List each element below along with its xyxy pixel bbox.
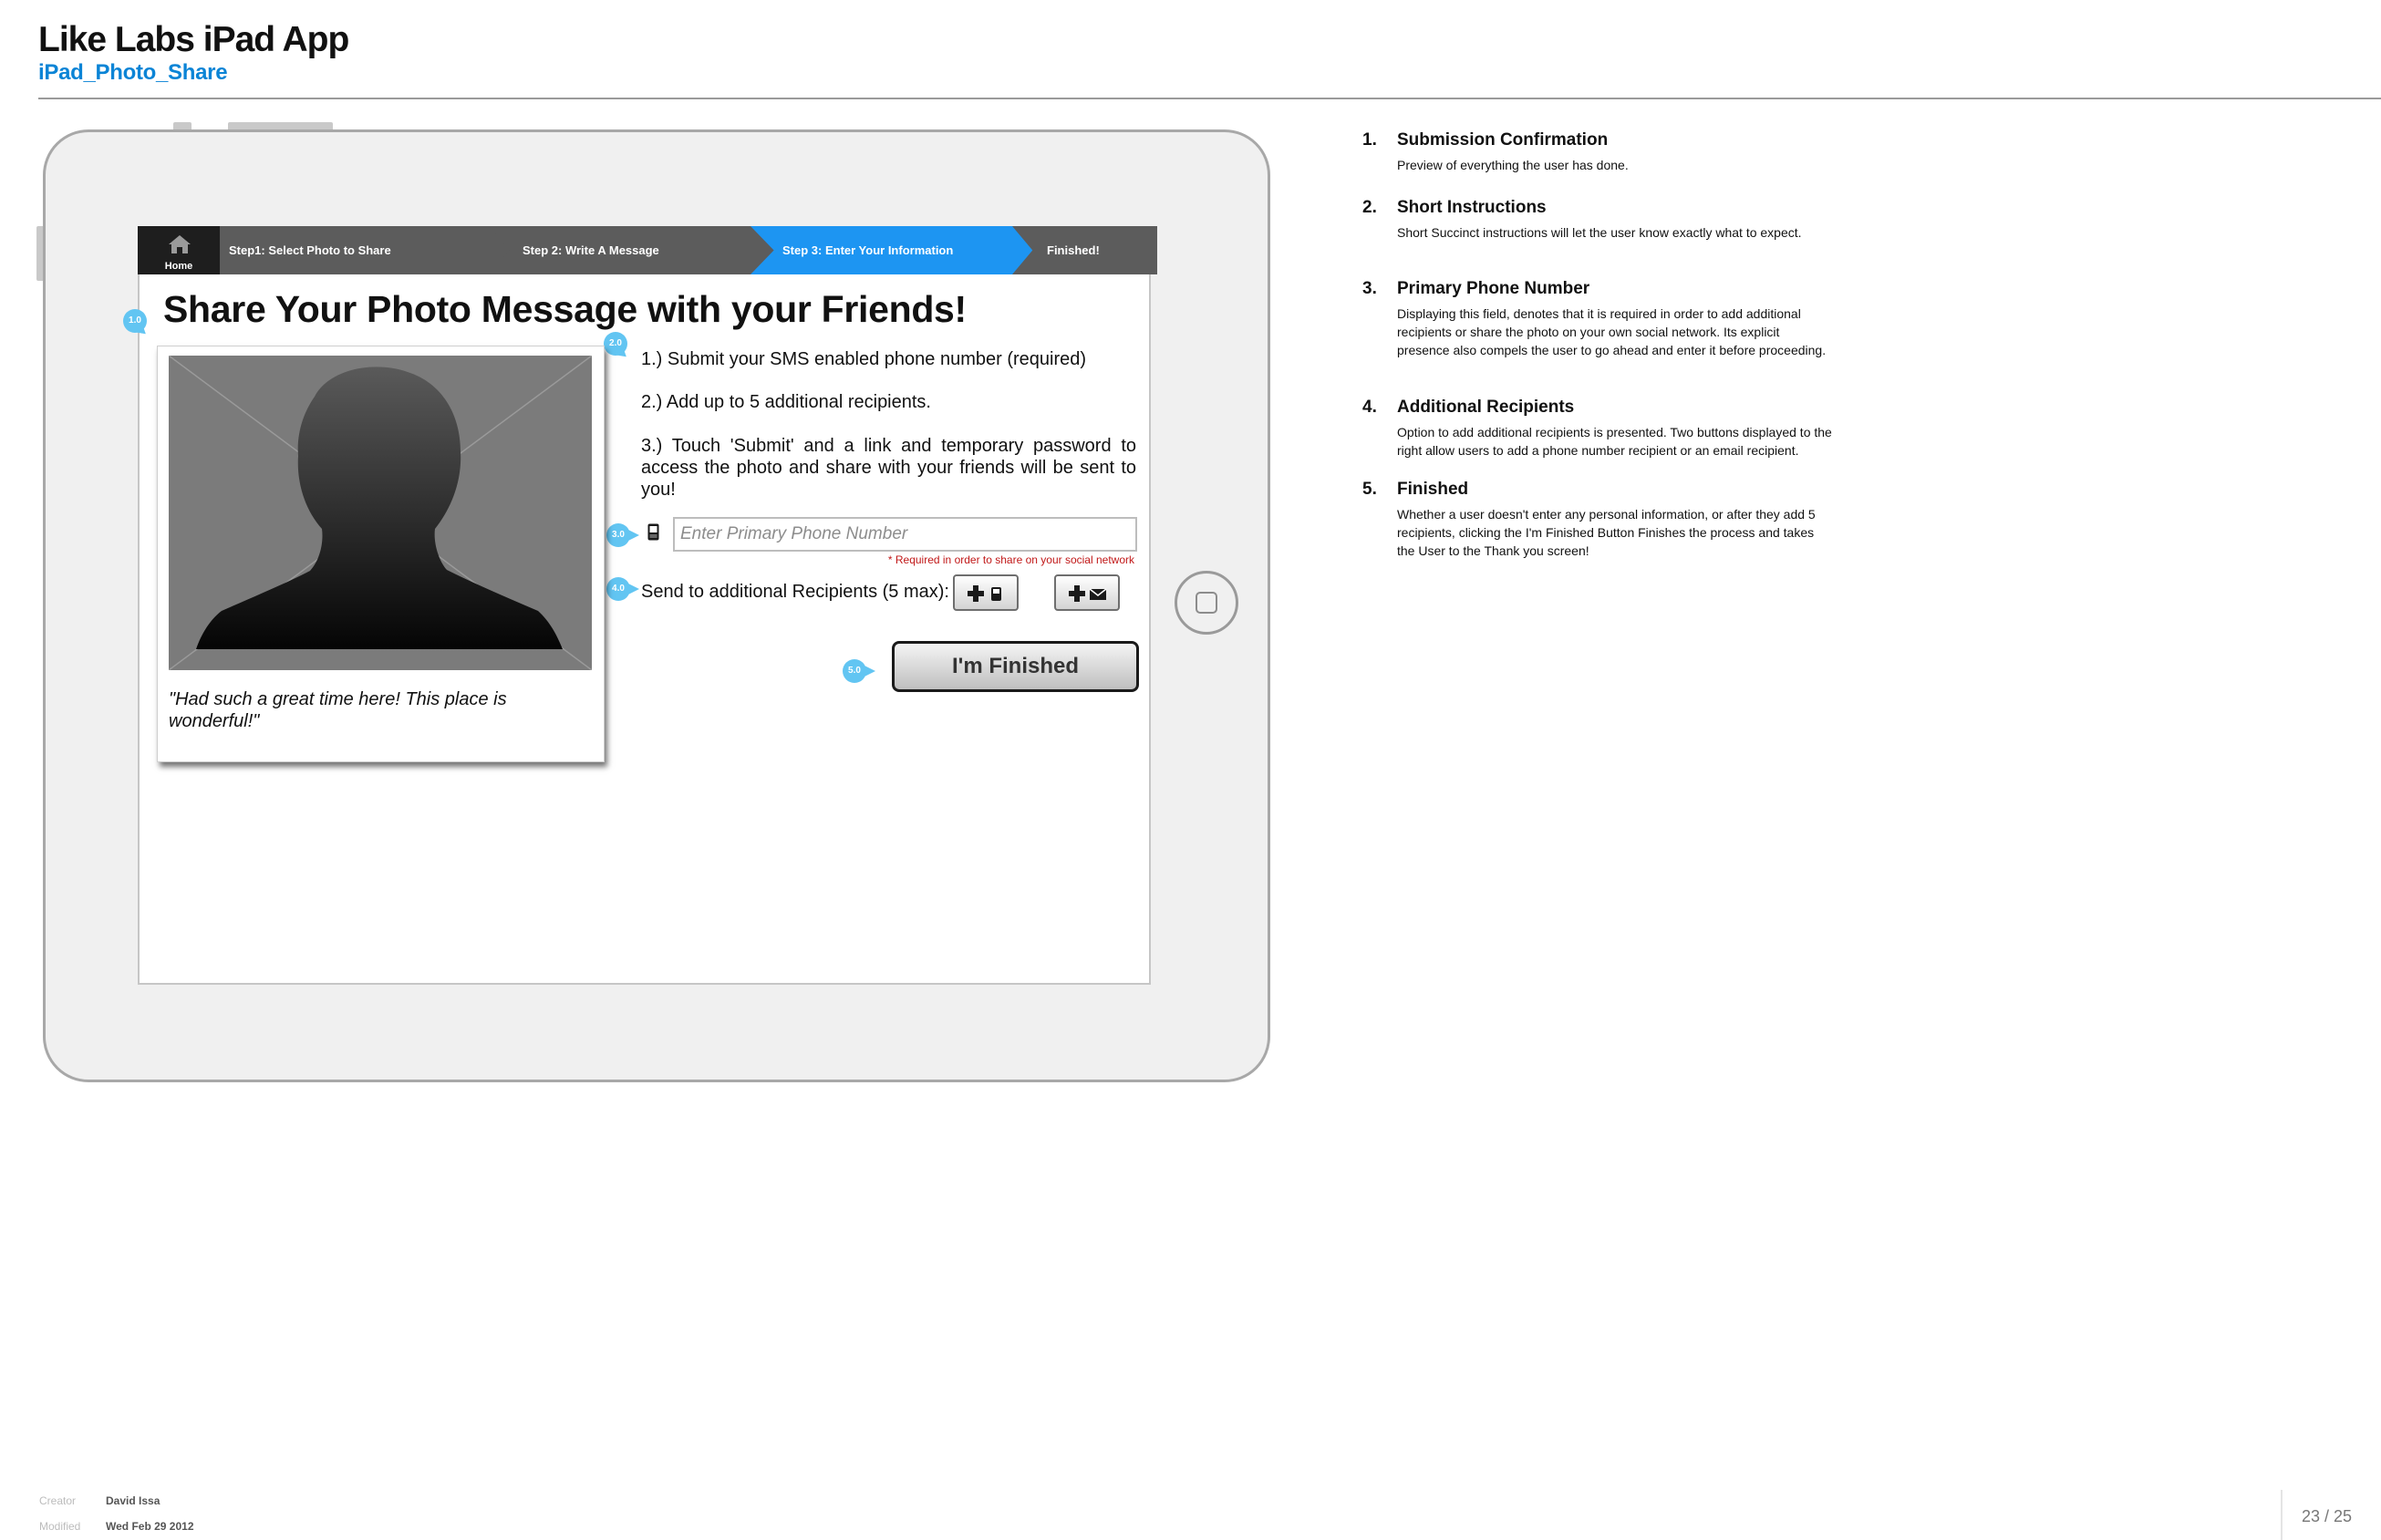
annotation-description: Whether a user doesn't enter any persona…: [1397, 507, 1816, 558]
annotation-description: Option to add additional recipients is p…: [1397, 425, 1832, 458]
page-counter: 23 / 25: [2302, 1507, 2353, 1525]
annotation-title: Additional Recipients: [1397, 398, 1575, 417]
step-enter-information[interactable]: Step 3: Enter Your Information: [751, 226, 1042, 274]
silhouette-image-icon: [169, 356, 592, 670]
add-email-icon: [1069, 585, 1107, 602]
add-phone-recipient-button[interactable]: [953, 574, 1019, 611]
footer-creator: David Issa: [106, 1494, 160, 1507]
annotation-description: Displaying this field, denotes that it i…: [1397, 306, 1827, 357]
mobile-phone-icon: [647, 523, 659, 541]
annotation-number: 2.: [1362, 198, 1377, 217]
instruction-step-1: 1.) Submit your SMS enabled phone number…: [641, 349, 1087, 369]
annotation-description: Short Succinct instructions will let the…: [1397, 225, 1802, 240]
finished-button[interactable]: I'm Finished: [892, 641, 1139, 692]
photo-placeholder-image: [169, 356, 592, 670]
document-subtitle: iPad_Photo_Share: [38, 60, 228, 85]
annotation-title: Finished: [1397, 480, 1469, 499]
annotation-number: 4.: [1362, 398, 1377, 417]
step-select-photo[interactable]: Step1: Select Photo to Share: [220, 226, 516, 274]
callout-marker: 3.0: [606, 523, 639, 547]
nav-home-button[interactable]: Home: [138, 226, 220, 274]
nav-home-label: Home: [164, 261, 193, 272]
recipients-label: Send to additional Recipients (5 max):: [641, 582, 949, 602]
photo-caption: "Had such a great time here! This place …: [169, 689, 507, 731]
annotation-title: Primary Phone Number: [1397, 279, 1590, 298]
footer-modified-label: Modified: [39, 1520, 81, 1533]
annotation-number: 1.: [1362, 130, 1377, 150]
house-icon: [169, 235, 191, 253]
annotation-number: 5.: [1362, 480, 1377, 499]
footer-modified-date: Wed Feb 29 2012: [106, 1520, 194, 1533]
footer-divider: [2281, 1490, 2283, 1540]
step-finished[interactable]: Finished!: [1012, 226, 1157, 274]
callout-marker: 5.0: [843, 659, 875, 683]
ipad-home-button-icon: [1196, 592, 1217, 614]
instruction-step-3: 3.) Touch 'Submit' and a link and tempor…: [641, 436, 1136, 500]
annotation-number: 3.: [1362, 279, 1377, 298]
annotation-description: Preview of everything the user has done.: [1397, 158, 1629, 172]
header-divider: [38, 98, 2381, 99]
footer-creator-label: Creator: [39, 1494, 77, 1507]
callout-marker: 4.0: [606, 577, 639, 601]
page-title: Share Your Photo Message with your Frien…: [163, 288, 967, 330]
primary-phone-input[interactable]: [673, 517, 1137, 552]
document-title: Like Labs iPad App: [38, 20, 349, 59]
step-write-message[interactable]: Step 2: Write A Message: [489, 226, 785, 274]
instruction-step-2: 2.) Add up to 5 additional recipients.: [641, 392, 931, 412]
callout-marker: 2.0: [604, 332, 627, 356]
add-phone-icon: [968, 585, 1001, 602]
annotation-title: Short Instructions: [1397, 198, 1547, 217]
callout-marker: 1.0: [123, 309, 147, 333]
required-note: * Required in order to share on your soc…: [887, 553, 1134, 566]
add-email-recipient-button[interactable]: [1054, 574, 1120, 611]
annotation-title: Submission Confirmation: [1397, 130, 1609, 150]
